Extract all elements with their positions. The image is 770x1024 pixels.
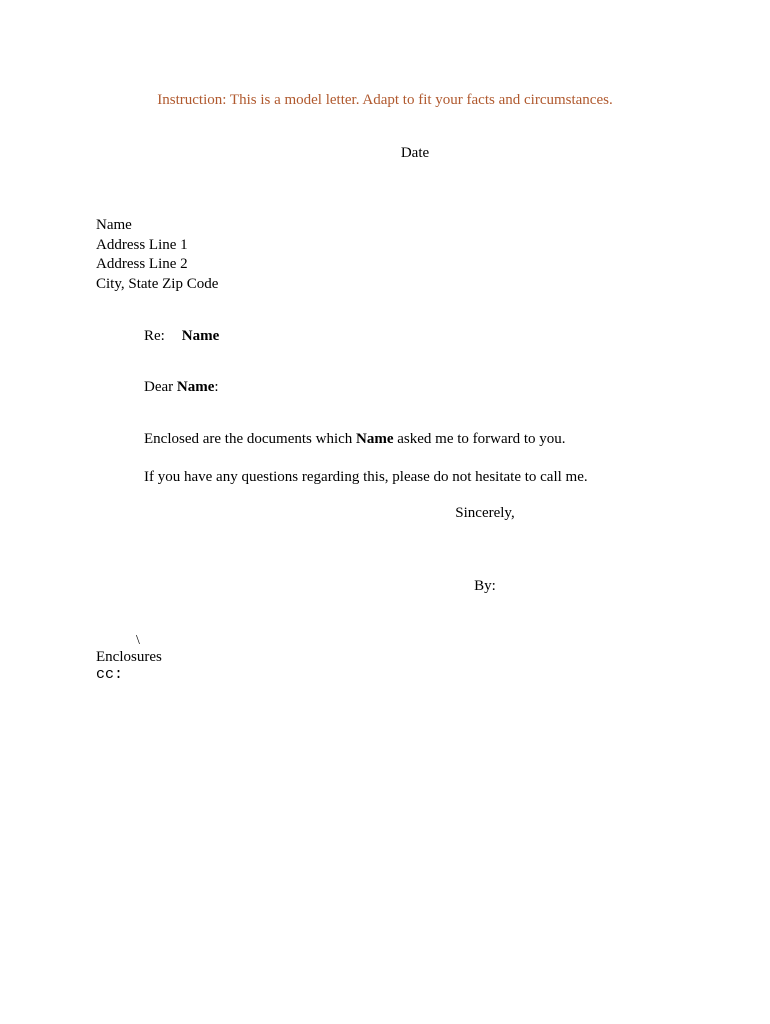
address-line-2: Address Line 2	[96, 255, 674, 275]
cc-label: cc:	[96, 666, 674, 683]
instruction-text: Instruction: This is a model letter. Ada…	[96, 92, 674, 109]
salutation-name: Name	[177, 379, 215, 395]
enclosures-label: Enclosures	[96, 649, 674, 666]
salutation-prefix: Dear	[144, 379, 177, 395]
re-value: Name	[182, 328, 220, 344]
date-placeholder: Date	[96, 145, 674, 162]
re-label: Re:	[144, 328, 178, 345]
recipient-name: Name	[96, 216, 674, 236]
para1-name: Name	[356, 431, 394, 447]
recipient-address-block: Name Address Line 1 Address Line 2 City,…	[96, 216, 674, 294]
para1-text-1: Enclosed are the documents which	[144, 431, 356, 447]
letter-page: Instruction: This is a model letter. Ada…	[0, 0, 770, 683]
by-line: By:	[96, 578, 674, 595]
closing: Sincerely,	[96, 505, 674, 522]
body-paragraph-1: Enclosed are the documents which Name as…	[144, 430, 674, 450]
salutation-suffix: :	[214, 379, 218, 395]
re-line: Re: Name	[144, 328, 674, 345]
city-state-zip: City, State Zip Code	[96, 275, 674, 295]
body-paragraph-2: If you have any questions regarding this…	[144, 468, 674, 488]
backslash-mark: \	[136, 633, 674, 649]
address-line-1: Address Line 1	[96, 236, 674, 256]
para1-text-2: asked me to forward to you.	[394, 431, 566, 447]
salutation: Dear Name:	[144, 379, 674, 396]
